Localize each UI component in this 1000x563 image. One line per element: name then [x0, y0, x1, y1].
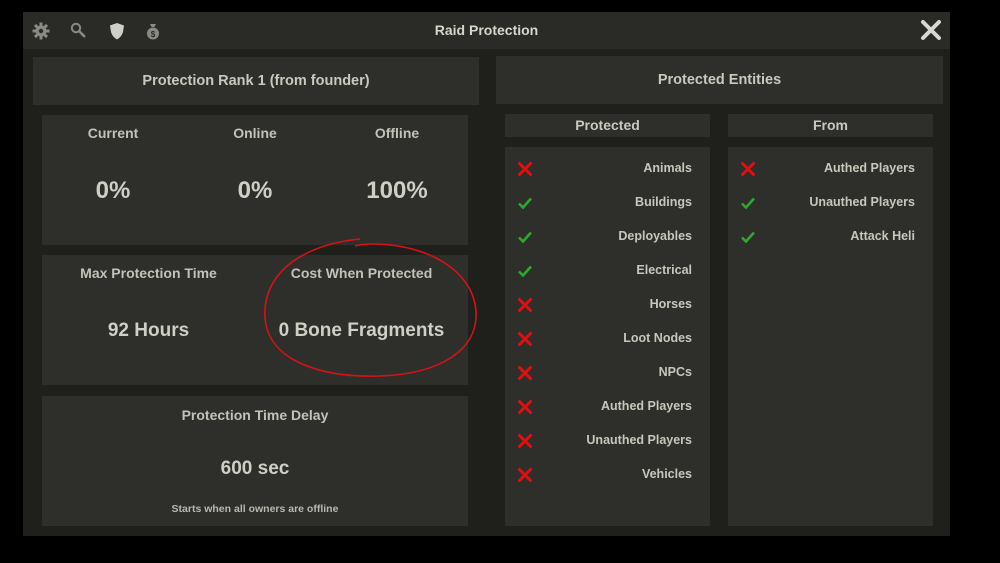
cross-icon — [518, 162, 532, 176]
entities-header: Protected Entities — [496, 56, 943, 104]
list-item-label: Electrical — [636, 263, 692, 277]
max-time-label: Max Protection Time — [80, 265, 217, 281]
cross-icon — [518, 298, 532, 312]
current-value: 0% — [95, 177, 131, 204]
list-item[interactable]: Unauthed Players — [505, 429, 710, 453]
list-item-label: Authed Players — [600, 399, 692, 413]
shield-icon[interactable] — [107, 21, 127, 41]
cross-icon — [741, 162, 755, 176]
list-item[interactable]: Electrical — [505, 259, 710, 283]
money-bag-icon[interactable]: $ — [143, 21, 163, 41]
protected-header-label: Protected — [575, 117, 640, 133]
delay-value: 600 sec — [220, 458, 290, 479]
protected-list: Animals Buildings Deployables Electrical… — [505, 147, 710, 526]
gear-icon[interactable] — [31, 21, 51, 41]
close-icon[interactable] — [918, 17, 944, 43]
list-item-label: Buildings — [635, 195, 692, 209]
entities-header-label: Protected Entities — [657, 72, 782, 88]
list-item[interactable]: Buildings — [505, 191, 710, 215]
from-list: Authed Players Unauthed Players Attack H… — [728, 147, 933, 526]
rank-header: Protection Rank 1 (from founder) — [33, 57, 479, 105]
list-item[interactable]: Authed Players — [505, 395, 710, 419]
list-item-label: Authed Players — [823, 161, 915, 175]
offline-value: 100% — [366, 177, 428, 204]
list-item-label: Attack Heli — [850, 229, 915, 243]
list-item[interactable]: Horses — [505, 293, 710, 317]
delay-note: Starts when all owners are offline — [171, 503, 339, 515]
cross-icon — [518, 366, 532, 380]
from-header-label: From — [813, 117, 848, 133]
protected-header: Protected — [505, 114, 710, 137]
online-value: 0% — [237, 177, 273, 204]
delay-label: Protection Time Delay — [181, 407, 329, 423]
check-icon — [518, 231, 532, 244]
online-label: Online — [233, 125, 277, 141]
svg-text:$: $ — [151, 30, 156, 39]
offline-label: Offline — [374, 125, 420, 141]
cost-label: Cost When Protected — [290, 265, 433, 281]
current-label: Current — [87, 125, 139, 141]
stats-panel: Current 0% Online 0% Offline 100% — [42, 115, 468, 245]
list-item[interactable]: Attack Heli — [728, 225, 933, 249]
list-item[interactable]: Authed Players — [728, 157, 933, 181]
list-item[interactable]: Deployables — [505, 225, 710, 249]
list-item[interactable]: Animals — [505, 157, 710, 181]
rank-label: Protection Rank 1 (from founder) — [142, 73, 370, 89]
check-icon — [741, 197, 755, 210]
check-icon — [518, 197, 532, 210]
list-item-label: Loot Nodes — [623, 331, 692, 345]
list-item-label: NPCs — [658, 365, 692, 379]
check-icon — [741, 231, 755, 244]
cross-icon — [518, 434, 532, 448]
title-bar: Raid Protection $ — [23, 12, 950, 49]
list-item-label: Unauthed Players — [809, 195, 915, 209]
cost-value: 0 Bone Fragments — [278, 320, 445, 341]
list-item-label: Unauthed Players — [586, 433, 692, 447]
check-icon — [518, 265, 532, 278]
list-item-label: Vehicles — [641, 467, 692, 481]
list-item[interactable]: Vehicles — [505, 463, 710, 487]
delay-panel: Protection Time Delay 600 sec Starts whe… — [42, 396, 468, 526]
cross-icon — [518, 332, 532, 346]
list-item-label: Animals — [643, 161, 692, 175]
list-item[interactable]: Unauthed Players — [728, 191, 933, 215]
protection-details-panel: Max Protection Time 92 Hours Cost When P… — [42, 255, 468, 385]
search-icon[interactable] — [69, 21, 89, 41]
list-item-label: Horses — [649, 297, 692, 311]
list-item[interactable]: Loot Nodes — [505, 327, 710, 351]
list-item-label: Deployables — [618, 229, 692, 243]
cross-icon — [518, 468, 532, 482]
max-time-value: 92 Hours — [107, 320, 190, 341]
list-item[interactable]: NPCs — [505, 361, 710, 385]
from-header: From — [728, 114, 933, 137]
cross-icon — [518, 400, 532, 414]
